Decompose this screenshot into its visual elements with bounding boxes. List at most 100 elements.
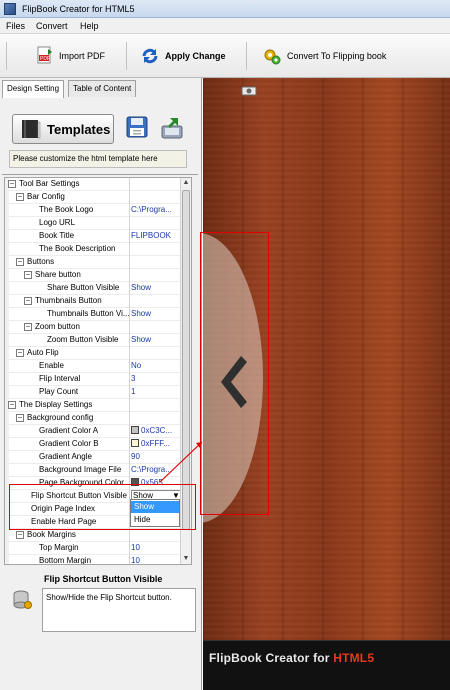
apply-change-button[interactable]: Apply Change [140, 44, 226, 68]
property-name: Thumbnails Button [35, 296, 102, 305]
collapse-icon[interactable]: − [16, 349, 24, 357]
collapse-icon[interactable]: − [16, 193, 24, 201]
property-value-text: Show [131, 335, 152, 344]
property-row[interactable]: − Share button [5, 269, 181, 282]
property-row[interactable]: − Zoom button [5, 321, 181, 334]
save-icon[interactable] [126, 116, 148, 138]
templates-button[interactable]: Templates [12, 114, 114, 144]
export-icon[interactable] [160, 116, 186, 140]
property-value-text: 3 [131, 374, 136, 383]
property-row[interactable]: − Bar Config [5, 191, 181, 204]
property-value-text: 10 [131, 543, 140, 552]
property-value[interactable]: C:\Progra... [131, 465, 181, 474]
property-row[interactable]: Gradient Color A 0xC3C... [5, 425, 181, 438]
convert-button[interactable]: Convert To Flipping book [262, 44, 386, 68]
property-row[interactable]: The Book Logo C:\Progra... [5, 204, 181, 217]
menu-files[interactable]: Files [6, 21, 25, 31]
app-icon [4, 3, 16, 15]
svg-text:PDF: PDF [40, 56, 50, 62]
property-value-text: C:\Progra... [131, 465, 172, 474]
property-row[interactable]: Share Button Visible Show [5, 282, 181, 295]
property-name: The Book Description [39, 244, 116, 253]
property-name: Background config [27, 413, 94, 422]
property-name: Background Image File [39, 465, 122, 474]
row-gutter [5, 282, 9, 295]
property-value-text: C:\Progra... [131, 205, 172, 214]
collapse-icon[interactable]: − [24, 297, 32, 305]
collapse-icon[interactable]: − [24, 323, 32, 331]
property-name: Thumbnails Button Vi... [47, 309, 130, 318]
property-name: Gradient Color A [39, 426, 99, 435]
property-row[interactable]: − The Display Settings [5, 399, 181, 412]
highlight-box-setting [9, 484, 196, 530]
collapse-icon[interactable]: − [16, 531, 24, 539]
hint-box: Please customize the html template here [9, 150, 187, 168]
property-row[interactable]: Flip Interval 3 [5, 373, 181, 386]
property-value[interactable]: 1 [131, 387, 181, 396]
menu-convert[interactable]: Convert [36, 21, 68, 31]
property-row[interactable]: Bottom Margin 10 [5, 555, 181, 564]
row-gutter [5, 555, 9, 564]
left-panel: Design Setting Table of Content Template… [0, 78, 202, 690]
collapse-icon[interactable]: − [24, 271, 32, 279]
property-name: Play Count [39, 387, 79, 396]
property-value[interactable]: Show [131, 335, 181, 344]
camera-icon[interactable] [241, 84, 257, 96]
property-value[interactable]: 10 [131, 543, 181, 552]
property-value[interactable]: 90 [131, 452, 181, 461]
property-row[interactable]: Logo URL [5, 217, 181, 230]
collapse-icon[interactable]: − [8, 401, 16, 409]
property-row[interactable]: − Book Margins [5, 529, 181, 542]
property-value[interactable]: 0xFFF... [131, 439, 181, 448]
import-pdf-button[interactable]: PDF Import PDF [36, 44, 105, 68]
row-gutter [5, 334, 9, 347]
scroll-up-icon[interactable]: ▲ [181, 178, 191, 188]
property-value-text: Show [131, 309, 152, 318]
property-value[interactable]: 10 [131, 556, 181, 564]
scroll-thumb[interactable] [182, 190, 190, 530]
property-row[interactable]: Top Margin 10 [5, 542, 181, 555]
property-row[interactable]: − Thumbnails Button [5, 295, 181, 308]
property-value-text: No [131, 361, 142, 370]
property-row[interactable]: Thumbnails Button Vi... Show [5, 308, 181, 321]
property-value[interactable]: C:\Progra... [131, 205, 181, 214]
property-value-text: FLIPBOOK [131, 231, 172, 240]
property-value[interactable]: 3 [131, 374, 181, 383]
property-value[interactable]: 0xC3C... [131, 426, 181, 435]
property-row[interactable]: Zoom Button Visible Show [5, 334, 181, 347]
title-bar: FlipBook Creator for HTML5 [0, 0, 450, 18]
window-title: FlipBook Creator for HTML5 [22, 4, 135, 14]
property-value-text: 90 [131, 452, 140, 461]
refresh-icon [142, 48, 158, 64]
row-gutter [5, 256, 9, 269]
property-value[interactable]: No [131, 361, 181, 370]
property-row[interactable]: Book Title FLIPBOOK [5, 230, 181, 243]
property-name: Share Button Visible [47, 283, 120, 292]
property-value[interactable]: FLIPBOOK [131, 231, 181, 240]
property-value[interactable]: Show [131, 283, 181, 292]
property-row[interactable]: The Book Description [5, 243, 181, 256]
collapse-icon[interactable]: − [16, 414, 24, 422]
tab-design-setting[interactable]: Design Setting [2, 80, 65, 98]
property-row[interactable]: Background Image File C:\Progra... [5, 464, 181, 477]
property-row[interactable]: Gradient Color B 0xFFF... [5, 438, 181, 451]
toolbar-separator [6, 42, 7, 70]
property-name: Logo URL [39, 218, 76, 227]
property-row[interactable]: Enable No [5, 360, 181, 373]
property-name: Zoom Button Visible [47, 335, 119, 344]
menu-help[interactable]: Help [80, 21, 99, 31]
property-name: Book Title [39, 231, 75, 240]
property-row[interactable]: Play Count 1 [5, 386, 181, 399]
property-row[interactable]: − Buttons [5, 256, 181, 269]
property-row[interactable]: − Tool Bar Settings [5, 178, 181, 191]
scroll-down-icon[interactable]: ▼ [181, 554, 191, 564]
property-row[interactable]: − Auto Flip [5, 347, 181, 360]
collapse-icon[interactable]: − [8, 180, 16, 188]
property-row[interactable]: Gradient Angle 90 [5, 451, 181, 464]
property-name: Bar Config [27, 192, 65, 201]
property-row[interactable]: − Background config [5, 412, 181, 425]
tab-table-of-content[interactable]: Table of Content [68, 80, 137, 97]
property-name: The Display Settings [19, 400, 93, 409]
property-value[interactable]: Show [131, 309, 181, 318]
collapse-icon[interactable]: − [16, 258, 24, 266]
